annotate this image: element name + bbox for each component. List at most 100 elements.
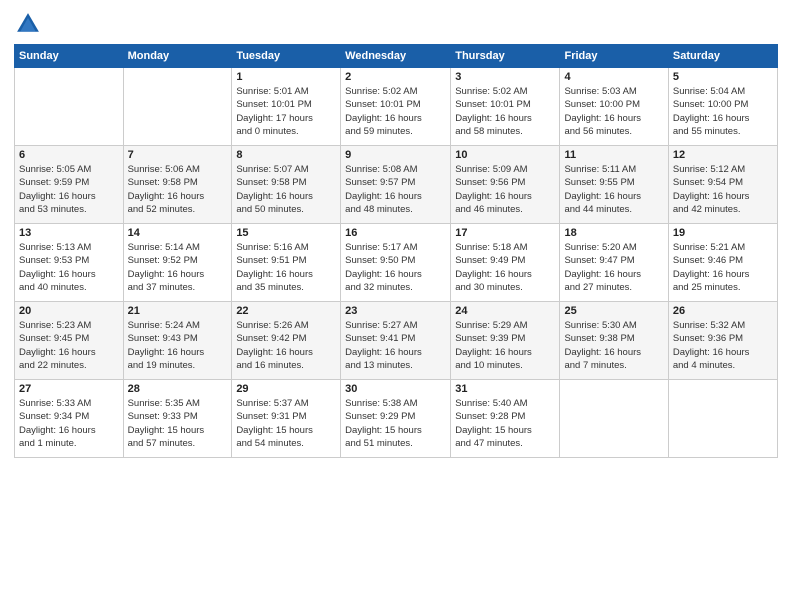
day-number: 11 (564, 149, 663, 161)
calendar-cell: 7 Sunrise: 5:06 AM Sunset: 9:58 PM Daylig… (123, 146, 232, 224)
calendar-cell: 10Sunrise: 5:09 AM Sunset: 9:56 PM Dayli… (451, 146, 560, 224)
day-number: 17 (455, 227, 555, 239)
calendar-header: SundayMondayTuesdayWednesdayThursdayFrid… (15, 45, 778, 68)
calendar-cell: 21 Sunrise: 5:24 AM Sunset: 9:43 PM Dayli… (123, 302, 232, 380)
calendar-cell: 9 Sunrise: 5:08 AM Sunset: 9:57 PM Daylig… (341, 146, 451, 224)
day-info: Sunrise: 5:04 AM Sunset: 10:00 PM Daylig… (673, 85, 773, 138)
calendar-cell (15, 68, 124, 146)
day-info: Sunrise: 5:14 AM Sunset: 9:52 PM Dayligh… (128, 241, 228, 294)
logo (14, 10, 46, 38)
day-info: Sunrise: 5:12 AM Sunset: 9:54 PM Dayligh… (673, 163, 773, 216)
calendar-table: SundayMondayTuesdayWednesdayThursdayFrid… (14, 44, 778, 458)
day-info: Sunrise: 5:37 AM Sunset: 9:31 PM Dayligh… (236, 397, 336, 450)
day-number: 13 (19, 227, 119, 239)
calendar-cell: 8Sunrise: 5:07 AM Sunset: 9:58 PM Daylig… (232, 146, 341, 224)
day-number: 31 (455, 383, 555, 395)
calendar-cell: 3 Sunrise: 5:02 AM Sunset: 10:01 PM Dayli… (451, 68, 560, 146)
day-info: Sunrise: 5:35 AM Sunset: 9:33 PM Dayligh… (128, 397, 228, 450)
calendar-cell: 22Sunrise: 5:26 AM Sunset: 9:42 PM Dayli… (232, 302, 341, 380)
day-number: 19 (673, 227, 773, 239)
day-info: Sunrise: 5:24 AM Sunset: 9:43 PM Dayligh… (128, 319, 228, 372)
day-info: Sunrise: 5:27 AM Sunset: 9:41 PM Dayligh… (345, 319, 446, 372)
day-number: 14 (128, 227, 228, 239)
calendar-cell (668, 380, 777, 458)
day-info: Sunrise: 5:02 AM Sunset: 10:01 PM Daylig… (455, 85, 555, 138)
day-info: Sunrise: 5:23 AM Sunset: 9:45 PM Dayligh… (19, 319, 119, 372)
weekday-header: Tuesday (232, 45, 341, 68)
day-number: 12 (673, 149, 773, 161)
day-info: Sunrise: 5:21 AM Sunset: 9:46 PM Dayligh… (673, 241, 773, 294)
calendar-cell: 25 Sunrise: 5:30 AM Sunset: 9:38 PM Dayli… (560, 302, 668, 380)
day-number: 16 (345, 227, 446, 239)
calendar-cell: 5 Sunrise: 5:04 AM Sunset: 10:00 PM Dayli… (668, 68, 777, 146)
day-number: 8 (236, 149, 336, 161)
calendar-week-row: 13 Sunrise: 5:13 AM Sunset: 9:53 PM Dayli… (15, 224, 778, 302)
calendar-cell: 14 Sunrise: 5:14 AM Sunset: 9:52 PM Dayli… (123, 224, 232, 302)
calendar-cell: 28 Sunrise: 5:35 AM Sunset: 9:33 PM Dayli… (123, 380, 232, 458)
calendar-week-row: 20 Sunrise: 5:23 AM Sunset: 9:45 PM Dayli… (15, 302, 778, 380)
day-number: 22 (236, 305, 336, 317)
day-number: 10 (455, 149, 555, 161)
calendar-cell: 26 Sunrise: 5:32 AM Sunset: 9:36 PM Dayli… (668, 302, 777, 380)
day-number: 23 (345, 305, 446, 317)
calendar-cell: 24 Sunrise: 5:29 AM Sunset: 9:39 PM Dayli… (451, 302, 560, 380)
calendar-cell: 23 Sunrise: 5:27 AM Sunset: 9:41 PM Dayli… (341, 302, 451, 380)
calendar-cell: 19 Sunrise: 5:21 AM Sunset: 9:46 PM Dayli… (668, 224, 777, 302)
day-number: 20 (19, 305, 119, 317)
day-info: Sunrise: 5:05 AM Sunset: 9:59 PM Dayligh… (19, 163, 119, 216)
calendar-cell: 20 Sunrise: 5:23 AM Sunset: 9:45 PM Dayli… (15, 302, 124, 380)
calendar-page: SundayMondayTuesdayWednesdayThursdayFrid… (0, 0, 792, 612)
weekday-header: Monday (123, 45, 232, 68)
day-info: Sunrise: 5:13 AM Sunset: 9:53 PM Dayligh… (19, 241, 119, 294)
day-number: 3 (455, 71, 555, 83)
day-info: Sunrise: 5:20 AM Sunset: 9:47 PM Dayligh… (564, 241, 663, 294)
calendar-week-row: 6 Sunrise: 5:05 AM Sunset: 9:59 PM Daylig… (15, 146, 778, 224)
calendar-cell: 30 Sunrise: 5:38 AM Sunset: 9:29 PM Dayli… (341, 380, 451, 458)
day-number: 25 (564, 305, 663, 317)
calendar-cell: 29 Sunrise: 5:37 AM Sunset: 9:31 PM Dayli… (232, 380, 341, 458)
day-number: 18 (564, 227, 663, 239)
weekday-header: Sunday (15, 45, 124, 68)
calendar-cell: 16 Sunrise: 5:17 AM Sunset: 9:50 PM Dayli… (341, 224, 451, 302)
day-number: 24 (455, 305, 555, 317)
day-info: Sunrise: 5:02 AM Sunset: 10:01 PM Daylig… (345, 85, 446, 138)
weekday-row: SundayMondayTuesdayWednesdayThursdayFrid… (15, 45, 778, 68)
calendar-cell: 17Sunrise: 5:18 AM Sunset: 9:49 PM Dayli… (451, 224, 560, 302)
day-number: 4 (564, 71, 663, 83)
day-number: 26 (673, 305, 773, 317)
calendar-cell: 11 Sunrise: 5:11 AM Sunset: 9:55 PM Dayli… (560, 146, 668, 224)
day-number: 1 (236, 71, 336, 83)
day-number: 9 (345, 149, 446, 161)
day-number: 29 (236, 383, 336, 395)
day-info: Sunrise: 5:38 AM Sunset: 9:29 PM Dayligh… (345, 397, 446, 450)
header (14, 10, 778, 38)
calendar-cell: 6 Sunrise: 5:05 AM Sunset: 9:59 PM Daylig… (15, 146, 124, 224)
day-number: 21 (128, 305, 228, 317)
day-number: 30 (345, 383, 446, 395)
calendar-cell: 4 Sunrise: 5:03 AM Sunset: 10:00 PM Dayli… (560, 68, 668, 146)
calendar-cell: 2 Sunrise: 5:02 AM Sunset: 10:01 PM Dayli… (341, 68, 451, 146)
logo-icon (14, 10, 42, 38)
calendar-cell: 31Sunrise: 5:40 AM Sunset: 9:28 PM Dayli… (451, 380, 560, 458)
day-info: Sunrise: 5:11 AM Sunset: 9:55 PM Dayligh… (564, 163, 663, 216)
day-number: 15 (236, 227, 336, 239)
day-number: 27 (19, 383, 119, 395)
day-info: Sunrise: 5:29 AM Sunset: 9:39 PM Dayligh… (455, 319, 555, 372)
day-number: 28 (128, 383, 228, 395)
calendar-cell (560, 380, 668, 458)
day-info: Sunrise: 5:30 AM Sunset: 9:38 PM Dayligh… (564, 319, 663, 372)
day-number: 5 (673, 71, 773, 83)
day-info: Sunrise: 5:32 AM Sunset: 9:36 PM Dayligh… (673, 319, 773, 372)
calendar-cell: 12 Sunrise: 5:12 AM Sunset: 9:54 PM Dayli… (668, 146, 777, 224)
day-info: Sunrise: 5:08 AM Sunset: 9:57 PM Dayligh… (345, 163, 446, 216)
day-info: Sunrise: 5:06 AM Sunset: 9:58 PM Dayligh… (128, 163, 228, 216)
calendar-cell: 18 Sunrise: 5:20 AM Sunset: 9:47 PM Dayli… (560, 224, 668, 302)
day-info: Sunrise: 5:03 AM Sunset: 10:00 PM Daylig… (564, 85, 663, 138)
calendar-cell (123, 68, 232, 146)
day-number: 2 (345, 71, 446, 83)
day-number: 6 (19, 149, 119, 161)
day-number: 7 (128, 149, 228, 161)
calendar-cell: 27 Sunrise: 5:33 AM Sunset: 9:34 PM Dayli… (15, 380, 124, 458)
day-info: Sunrise: 5:17 AM Sunset: 9:50 PM Dayligh… (345, 241, 446, 294)
day-info: Sunrise: 5:33 AM Sunset: 9:34 PM Dayligh… (19, 397, 119, 450)
